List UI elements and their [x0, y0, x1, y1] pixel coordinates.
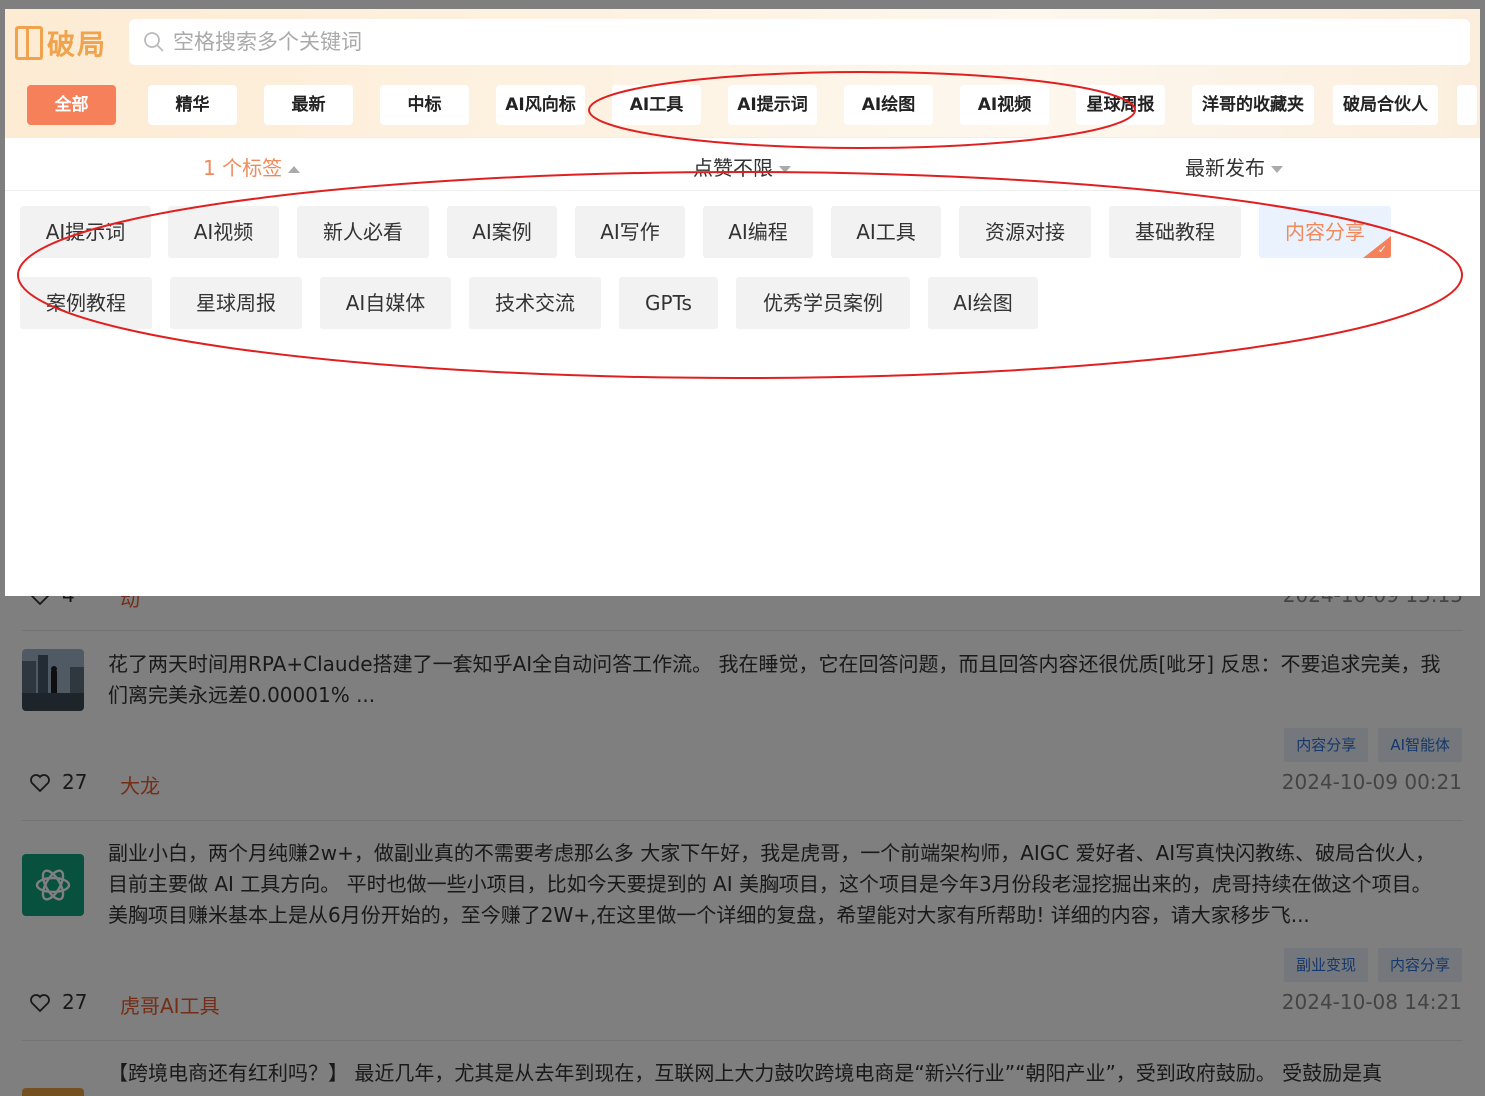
tag-chip[interactable]: AI工具 [831, 206, 941, 258]
tab-ai-trends[interactable]: AI风向标 [496, 85, 585, 125]
check-icon: ✓ [1377, 243, 1387, 256]
tag-chip-label: 内容分享 [1285, 220, 1365, 244]
tag-chip[interactable]: 技术交流 [469, 277, 601, 329]
tag-chip[interactable]: 优秀学员案例 [736, 277, 910, 329]
tag-chip[interactable]: AI绘图 [928, 277, 1038, 329]
tab-all[interactable]: 全部 [27, 85, 116, 125]
search-box[interactable] [129, 19, 1470, 65]
header: 破局 全部 精华 最新 中标 AI风向标 AI工具 AI提示词 AI绘图 AI视… [5, 9, 1480, 137]
tab-weekly[interactable]: 星球周报 [1076, 85, 1165, 125]
tag-chip[interactable]: AI写作 [575, 206, 685, 258]
sort-bar: 1 个标签 点赞不限 最新发布 [5, 137, 1480, 191]
tag-chip[interactable]: AI自媒体 [320, 277, 451, 329]
tag-chip-selected[interactable]: 内容分享 ✓ [1259, 206, 1391, 258]
tag-chip[interactable]: GPTs [619, 277, 718, 329]
tab-featured[interactable]: 精华 [148, 85, 237, 125]
tab-more[interactable] [1457, 85, 1477, 125]
filter-panel: 破局 全部 精华 最新 中标 AI风向标 AI工具 AI提示词 AI绘图 AI视… [5, 9, 1480, 596]
tab-favorites[interactable]: 洋哥的收藏夹 [1192, 85, 1314, 125]
search-input[interactable] [173, 30, 1373, 54]
caret-down-icon [1271, 166, 1283, 173]
order-label: 最新发布 [1185, 156, 1265, 180]
likes-filter-label: 点赞不限 [693, 156, 773, 180]
category-tabs: 全部 精华 最新 中标 AI风向标 AI工具 AI提示词 AI绘图 AI视频 星… [27, 85, 1477, 125]
logo[interactable]: 破局 [15, 25, 107, 61]
tab-ai-drawing[interactable]: AI绘图 [844, 85, 933, 125]
tab-ai-prompts[interactable]: AI提示词 [728, 85, 817, 125]
logo-icon [15, 26, 43, 60]
tab-ai-tools[interactable]: AI工具 [612, 85, 701, 125]
tag-chip[interactable]: AI视频 [168, 206, 279, 258]
tag-chip[interactable]: AI案例 [447, 206, 557, 258]
tag-chip[interactable]: AI编程 [703, 206, 813, 258]
tab-latest[interactable]: 最新 [264, 85, 353, 125]
tag-filter-dropdown[interactable]: 1 个标签 [203, 152, 301, 181]
tag-chip[interactable]: 基础教程 [1109, 206, 1241, 258]
search-icon [143, 31, 165, 53]
tag-chip[interactable]: AI提示词 [20, 206, 151, 258]
tag-filter-label: 1 个标签 [203, 156, 283, 180]
order-dropdown[interactable]: 最新发布 [1185, 152, 1283, 181]
logo-text: 破局 [47, 28, 108, 61]
tab-bid[interactable]: 中标 [380, 85, 469, 125]
tag-chip[interactable]: 新人必看 [297, 206, 429, 258]
tab-partners[interactable]: 破局合伙人 [1333, 85, 1438, 125]
tag-chip[interactable]: 案例教程 [20, 277, 152, 329]
caret-down-icon [779, 166, 791, 173]
tag-chip[interactable]: 星球周报 [170, 277, 302, 329]
tag-chip[interactable]: 资源对接 [959, 206, 1091, 258]
likes-filter-dropdown[interactable]: 点赞不限 [693, 152, 791, 181]
tab-ai-video[interactable]: AI视频 [960, 85, 1049, 125]
caret-up-icon [288, 166, 301, 173]
